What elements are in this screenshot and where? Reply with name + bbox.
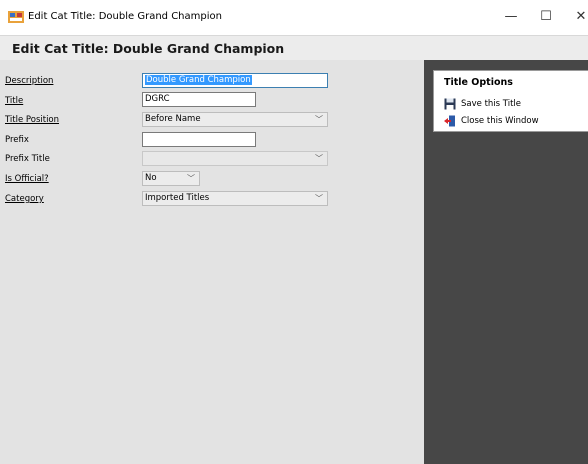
category-value: Imported Titles xyxy=(145,193,210,203)
title-label: Title xyxy=(5,96,24,106)
category-select[interactable]: Imported Titles ﹀ xyxy=(142,191,328,206)
category-label: Category xyxy=(5,194,44,204)
app-icon xyxy=(8,11,24,23)
chevron-down-icon: ﹀ xyxy=(187,174,195,183)
title-position-select[interactable]: Before Name ﹀ xyxy=(142,112,328,127)
title-field[interactable]: DGRC xyxy=(142,92,256,107)
page-header: Edit Cat Title: Double Grand Champion xyxy=(0,36,588,60)
prefix-field[interactable] xyxy=(142,132,256,147)
save-title-label: Save this Title xyxy=(461,99,521,109)
description-label: Description xyxy=(5,76,54,86)
close-window-label: Close this Window xyxy=(461,116,539,126)
minimize-button[interactable]: — xyxy=(498,6,524,28)
exit-door-icon xyxy=(444,115,455,127)
prefix-title-label: Prefix Title xyxy=(5,154,50,164)
window-title: Edit Cat Title: Double Grand Champion xyxy=(28,11,222,22)
description-field[interactable]: Double Grand Champion xyxy=(142,73,328,88)
panel-title: Title Options xyxy=(444,77,513,88)
title-position-value: Before Name xyxy=(145,114,201,124)
is-official-label: Is Official? xyxy=(5,174,49,184)
close-button[interactable]: ✕ xyxy=(568,6,588,28)
maximize-button[interactable]: ☐ xyxy=(533,6,559,28)
prefix-label: Prefix xyxy=(5,135,29,145)
is-official-select[interactable]: No ﹀ xyxy=(142,171,200,186)
is-official-value: No xyxy=(145,173,157,183)
chevron-down-icon: ﹀ xyxy=(315,154,323,163)
floppy-disk-icon xyxy=(444,98,456,110)
chevron-down-icon: ﹀ xyxy=(315,194,323,203)
prefix-title-select: ﹀ xyxy=(142,151,328,166)
title-options-panel: Title Options Save this Title Close this… xyxy=(433,70,588,132)
page-title: Edit Cat Title: Double Grand Champion xyxy=(12,41,285,56)
window-titlebar: Edit Cat Title: Double Grand Champion — … xyxy=(0,0,588,36)
description-value: Double Grand Champion xyxy=(145,75,252,85)
chevron-down-icon: ﹀ xyxy=(315,115,323,124)
title-position-label: Title Position xyxy=(5,115,60,125)
